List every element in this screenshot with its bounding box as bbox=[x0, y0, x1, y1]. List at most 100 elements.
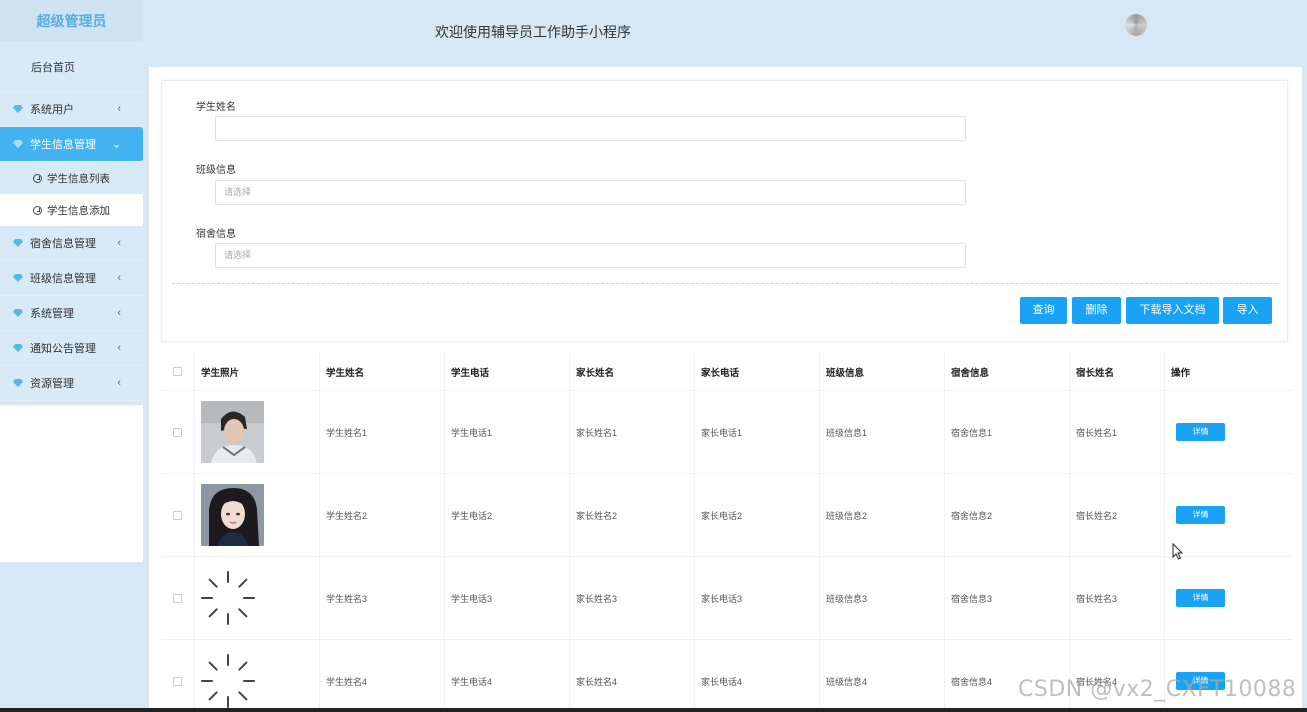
column-header: 宿长姓名 bbox=[1070, 353, 1165, 390]
detail-button[interactable]: 详情 bbox=[1176, 506, 1225, 524]
row-select-cell bbox=[161, 474, 195, 556]
photo-cell bbox=[195, 391, 320, 473]
sidebar-item-label: 通知公告管理 bbox=[30, 343, 96, 355]
class-cell: 班级信息4 bbox=[820, 640, 945, 712]
scrollbar[interactable] bbox=[1302, 67, 1307, 712]
select-all-cell bbox=[161, 353, 195, 390]
loading-spinner-icon bbox=[201, 571, 255, 625]
column-header: 家长电话 bbox=[695, 353, 820, 390]
import-button[interactable]: 导入 bbox=[1223, 297, 1272, 324]
row-checkbox[interactable] bbox=[173, 510, 182, 520]
download-template-button[interactable]: 下载导入文档 bbox=[1126, 297, 1219, 324]
student-photo bbox=[201, 484, 264, 546]
sidebar-item-label: 班级信息管理 bbox=[30, 273, 96, 285]
photo-cell bbox=[195, 474, 320, 556]
row-select-cell bbox=[161, 557, 195, 639]
parent-name-cell: 家长姓名4 bbox=[570, 640, 695, 712]
student-photo bbox=[201, 401, 264, 463]
divider bbox=[172, 283, 1278, 284]
loading-spinner-icon bbox=[201, 654, 255, 708]
action-cell: 详情 bbox=[1165, 391, 1292, 473]
sidebar-subitem-label: 学生信息列表 bbox=[47, 172, 110, 185]
column-header: 家长姓名 bbox=[570, 353, 695, 390]
sidebar-item-label: 宿舍信息管理 bbox=[30, 238, 96, 250]
column-header: 学生电话 bbox=[445, 353, 570, 390]
row-checkbox[interactable] bbox=[173, 427, 182, 437]
sidebar-item-notice[interactable]: 通知公告管理 ‹ bbox=[0, 331, 143, 366]
diamond-icon bbox=[13, 274, 23, 282]
sidebar: 超级管理员 后台首页 系统用户 ‹ 学生信息管理 ⌄ 学生信息列表 学生信息添加… bbox=[0, 0, 143, 712]
dorm-info-select[interactable]: 请选择 bbox=[215, 243, 966, 268]
sidebar-item-system-manage[interactable]: 系统管理 ‹ bbox=[0, 296, 143, 331]
sidebar-item-label: 系统用户 bbox=[30, 104, 74, 116]
class-cell: 班级信息1 bbox=[820, 391, 945, 473]
diamond-icon bbox=[13, 379, 23, 387]
clock-icon bbox=[33, 173, 42, 183]
table-header: 学生照片 学生姓名 学生电话 家长姓名 家长电话 班级信息 宿舍信息 宿长姓名 … bbox=[161, 353, 1292, 391]
dorm-leader-cell: 宿长姓名3 bbox=[1070, 557, 1165, 639]
sidebar-item-student-info[interactable]: 学生信息管理 ⌄ bbox=[0, 127, 143, 162]
sidebar-item-label: 资源管理 bbox=[30, 378, 74, 390]
diamond-icon bbox=[13, 239, 23, 247]
clock-icon bbox=[33, 205, 42, 215]
dorm-cell: 宿舍信息1 bbox=[945, 391, 1070, 473]
detail-button[interactable]: 详情 bbox=[1176, 423, 1225, 441]
delete-button[interactable]: 删除 bbox=[1072, 297, 1121, 324]
sidebar-item-dorm-info[interactable]: 宿舍信息管理 ‹ bbox=[0, 226, 143, 261]
column-header: 操作 bbox=[1171, 367, 1191, 379]
avatar[interactable] bbox=[1125, 14, 1147, 36]
dorm-leader-cell: 宿长姓名1 bbox=[1070, 391, 1165, 473]
row-checkbox[interactable] bbox=[173, 593, 182, 603]
student-name-label: 学生姓名 bbox=[196, 102, 236, 113]
row-checkbox[interactable] bbox=[173, 676, 182, 686]
dorm-info-label: 宿舍信息 bbox=[196, 229, 236, 240]
row-select-cell bbox=[161, 640, 195, 712]
sidebar-item-system-users[interactable]: 系统用户 ‹ bbox=[0, 92, 143, 127]
chevron-left-icon: ‹ bbox=[117, 272, 121, 284]
chevron-left-icon: ‹ bbox=[117, 377, 121, 389]
diamond-icon bbox=[13, 140, 23, 148]
query-button[interactable]: 查询 bbox=[1020, 297, 1067, 324]
chevron-left-icon: ‹ bbox=[117, 307, 121, 319]
sidebar-item-class-info[interactable]: 班级信息管理 ‹ bbox=[0, 261, 143, 296]
student-phone-cell: 学生电话2 bbox=[445, 474, 570, 556]
student-name-cell: 学生姓名4 bbox=[320, 640, 445, 712]
sidebar-blank-area bbox=[0, 405, 143, 562]
parent-name-cell: 家长姓名1 bbox=[570, 391, 695, 473]
photo-cell bbox=[195, 640, 320, 712]
sidebar-item-home[interactable]: 后台首页 bbox=[0, 42, 143, 92]
parent-name-cell: 家长姓名2 bbox=[570, 474, 695, 556]
class-cell: 班级信息3 bbox=[820, 557, 945, 639]
student-name-cell: 学生姓名2 bbox=[320, 474, 445, 556]
bottom-border bbox=[0, 708, 1307, 712]
table-row: 学生姓名2 学生电话2 家长姓名2 家长电话2 班级信息2 宿舍信息2 宿长姓名… bbox=[161, 474, 1292, 557]
sidebar-item-resources[interactable]: 资源管理 ‹ bbox=[0, 366, 143, 401]
diamond-icon bbox=[13, 344, 23, 352]
sidebar-subitem-student-list[interactable]: 学生信息列表 bbox=[0, 162, 143, 194]
parent-name-cell: 家长姓名3 bbox=[570, 557, 695, 639]
watermark: CSDN @vx2_CXFT10088 bbox=[1018, 677, 1297, 702]
class-cell: 班级信息2 bbox=[820, 474, 945, 556]
dorm-cell: 宿舍信息2 bbox=[945, 474, 1070, 556]
table-row: 学生姓名3 学生电话3 家长姓名3 家长电话3 班级信息3 宿舍信息3 宿长姓名… bbox=[161, 557, 1292, 640]
student-name-cell: 学生姓名3 bbox=[320, 557, 445, 639]
sidebar-item-label: 学生信息管理 bbox=[30, 139, 96, 151]
sidebar-subitem-student-add[interactable]: 学生信息添加 bbox=[0, 194, 143, 226]
action-cell: 详情 bbox=[1165, 474, 1292, 556]
sidebar-subitem-label: 学生信息添加 bbox=[47, 204, 110, 217]
class-info-select[interactable]: 请选择 bbox=[215, 180, 966, 205]
student-name-input[interactable] bbox=[215, 116, 966, 141]
chevron-left-icon: ‹ bbox=[117, 103, 121, 115]
diamond-icon bbox=[13, 309, 23, 317]
column-header: 班级信息 bbox=[820, 353, 945, 390]
column-header: 学生照片 bbox=[195, 353, 320, 390]
select-all-checkbox[interactable] bbox=[173, 367, 182, 376]
parent-phone-cell: 家长电话3 bbox=[695, 557, 820, 639]
search-panel: 学生姓名 班级信息 请选择 宿舍信息 请选择 查询 删除 下载导入文档 导入 bbox=[161, 80, 1288, 342]
chevron-left-icon: ‹ bbox=[117, 237, 121, 249]
detail-button[interactable]: 详情 bbox=[1176, 589, 1225, 607]
chevron-down-icon: ⌄ bbox=[111, 138, 121, 151]
dorm-leader-cell: 宿长姓名2 bbox=[1070, 474, 1165, 556]
page-title: 欢迎使用辅导员工作助手小程序 bbox=[435, 24, 631, 40]
photo-cell bbox=[195, 557, 320, 639]
